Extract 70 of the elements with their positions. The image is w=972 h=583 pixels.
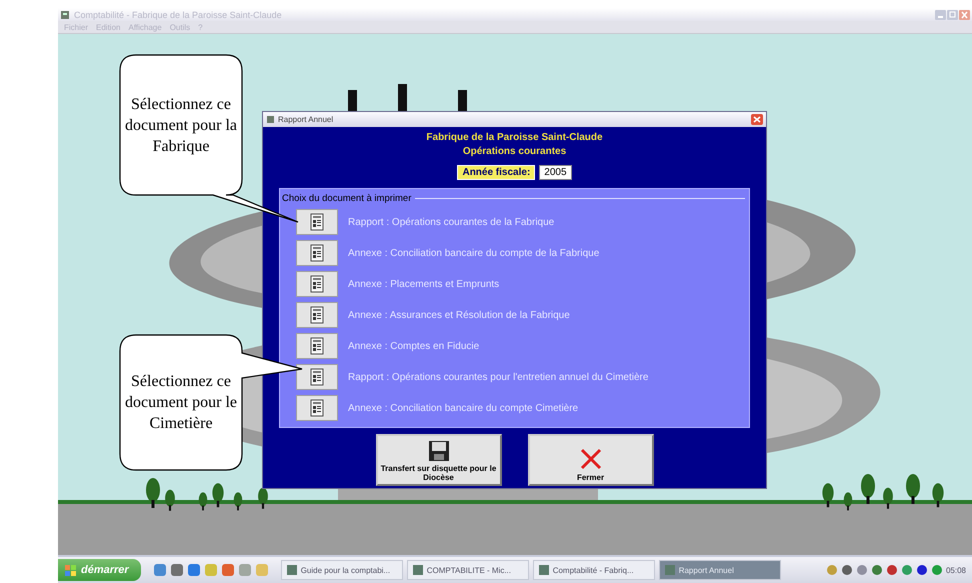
callout-text: Sélectionnez ce document pour le Cimetière <box>125 372 237 434</box>
document-label: Rapport : Opérations courantes de la Fabrique <box>348 216 554 228</box>
document-button[interactable] <box>296 240 338 266</box>
document-button[interactable] <box>296 364 338 390</box>
app-icon <box>664 564 676 576</box>
taskbar-button[interactable]: Guide pour la comptabi... <box>280 560 403 580</box>
document-button[interactable] <box>296 302 338 328</box>
report-icon <box>310 399 324 417</box>
document-label: Annexe : Comptes en Fiducie <box>348 340 480 352</box>
document-label: Rapport : Opérations courantes pour l'entretien annuel du Cimetière <box>348 372 648 382</box>
close-icon[interactable] <box>751 114 763 125</box>
report-icon <box>310 306 324 324</box>
app-icon[interactable] <box>170 563 184 577</box>
close-icon <box>578 447 602 471</box>
dialog-heading: Opérations courantes <box>462 145 566 159</box>
tree <box>165 490 175 511</box>
app-icon <box>412 564 424 576</box>
document-button[interactable] <box>296 395 338 421</box>
tray-icon[interactable] <box>870 564 883 576</box>
tree <box>146 478 160 508</box>
report-icon <box>310 275 324 293</box>
tree <box>212 483 224 508</box>
start-button[interactable]: démarrer <box>58 559 141 581</box>
taskbar-button[interactable]: Rapport Annuel <box>658 560 781 580</box>
tray-icon[interactable] <box>886 564 898 576</box>
app-icon[interactable] <box>238 563 252 577</box>
tree <box>906 474 920 504</box>
document-label: Annexe : Assurances et Résolution de la Fabrique <box>348 310 570 320</box>
app-icon <box>286 564 298 576</box>
tray-icon[interactable] <box>916 564 928 576</box>
taskbar-button[interactable]: COMPTABILITE - Mic... <box>406 560 529 580</box>
app-icon <box>538 564 550 576</box>
tree <box>234 492 242 510</box>
close-button[interactable]: Fermer <box>528 434 654 486</box>
group-title: Choix du document à imprimer <box>282 193 412 204</box>
menu-item[interactable]: ? <box>198 22 203 32</box>
tree <box>822 483 834 508</box>
tray-icon[interactable] <box>840 564 853 576</box>
app-icon <box>266 115 275 124</box>
app-icon[interactable] <box>186 563 201 577</box>
app-icon <box>60 10 70 20</box>
tree <box>883 488 893 509</box>
document-label: Annexe : Conciliation bancaire du compte Cimetière <box>348 402 578 414</box>
close-icon[interactable] <box>959 10 970 20</box>
fiscal-year-label: Année fiscale: <box>457 165 536 180</box>
tree <box>861 474 875 504</box>
callout-text: Sélectionnez ce document pour la Fabrique <box>125 94 237 156</box>
transfer-button[interactable]: Transfert sur disquette pour le Diocèse <box>376 434 502 486</box>
windows-logo-icon <box>64 564 77 576</box>
window-title: Comptabilité - Fabrique de la Paroisse Saint-Claude <box>74 10 283 20</box>
tree <box>932 483 944 508</box>
fiscal-year-field[interactable]: 2005 <box>539 165 572 180</box>
dialog-heading: Fabrique de la Paroisse Saint-Claude <box>426 131 603 145</box>
report-icon <box>310 368 324 386</box>
document-button[interactable] <box>296 271 338 297</box>
app-icon[interactable] <box>220 563 235 577</box>
document-button[interactable] <box>296 209 338 235</box>
tree <box>198 492 208 510</box>
taskbar-button[interactable]: Comptabilité - Fabriq... <box>532 560 655 580</box>
document-label: Annexe : Conciliation bancaire du compte de la Fabrique <box>348 248 600 258</box>
clock: 05:08 <box>946 566 966 574</box>
report-icon <box>310 337 324 355</box>
report-icon <box>310 213 324 231</box>
app-icon[interactable] <box>152 563 167 577</box>
document-button[interactable] <box>296 333 338 359</box>
dialog-title: Rapport Annuel <box>278 115 334 124</box>
tree <box>258 488 268 509</box>
report-icon <box>310 244 324 262</box>
document-label: Annexe : Placements et Emprunts <box>348 278 500 290</box>
tree <box>844 492 852 510</box>
